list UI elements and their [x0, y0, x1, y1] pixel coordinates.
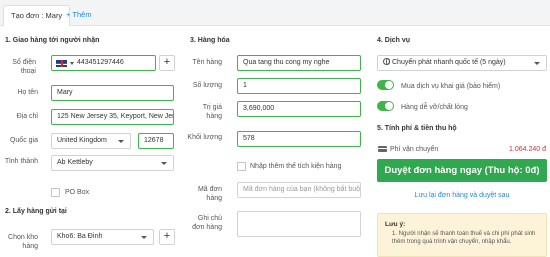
goods-section-title: 3. Hàng hóa [190, 37, 230, 44]
warehouse-select[interactable]: Kho6: Ba Đình [51, 229, 154, 245]
plus-icon: + [66, 10, 71, 19]
warehouse-label: Chọn kho hàng [8, 234, 38, 250]
goods-name-input[interactable]: Qua tang thu cong my nghe [237, 55, 361, 71]
receiver-section-title: 1. Giao hàng tới người nhận [5, 37, 100, 44]
note-box: Lưu ý: 1. Người nhận sẽ thanh toán thuế … [377, 213, 547, 257]
service-value: Chuyển phát nhanh quốc tế (5 ngày) [392, 59, 506, 66]
chevron-down-icon [70, 62, 74, 65]
credit-card-icon [378, 146, 387, 152]
order-code-input[interactable]: Mã đơn hàng của bạn (không bắt buộc) [237, 182, 361, 198]
note-item: 1. Người nhận sẽ thanh toán thuế và chi … [392, 231, 536, 245]
volume-checkbox[interactable] [237, 162, 246, 171]
order-note-label: Ghi chú đơn hàng [192, 215, 222, 231]
quantity-label: Số lượng [192, 82, 222, 89]
note-title: Lưu ý: [385, 221, 406, 228]
shipping-fee-label: Phí vận chuyển [390, 146, 439, 153]
globe-icon [383, 58, 390, 65]
tab-bar: Tạo đơn : Mary + Thêm [0, 0, 550, 26]
country-label: Quốc gia [9, 137, 38, 144]
order-note-textarea[interactable] [237, 211, 361, 237]
pickup-section-title: 2. Lấy hàng gửi tại [5, 208, 67, 215]
save-and-review-later-link[interactable]: Lưu lại đơn hàng và duyệt sau [377, 192, 547, 199]
weight-input[interactable]: 578 [237, 131, 361, 147]
volume-label: Nhập thêm thể tích kiện hàng [250, 163, 342, 170]
tab-create-order-mary[interactable]: Tạo đơn : Mary [3, 5, 71, 26]
fee-section-title: 5. Tính phí & tiền thu hộ [377, 125, 457, 132]
address-input[interactable]: 125 New Jersey 35, Keyport, New Jersey [51, 109, 174, 125]
phone-value: 443451297446 [77, 59, 124, 66]
add-contact-button[interactable]: + [159, 55, 175, 71]
name-label: Họ tên [17, 89, 38, 96]
address-label: Địa chỉ [16, 113, 38, 120]
quantity-input[interactable]: 1 [237, 78, 361, 94]
country-select[interactable]: United Kingdom [51, 133, 131, 149]
service-select[interactable]: Chuyển phát nhanh quốc tế (5 ngày) [377, 55, 547, 71]
province-label: Tỉnh thành [4, 158, 38, 165]
goods-value-input[interactable]: 3,690,000 [237, 101, 361, 117]
fragile-label: Hàng dễ vỡ/chất lỏng [401, 104, 468, 111]
weight-label: Khối lượng [187, 134, 222, 141]
add-tab-button[interactable]: + Thêm [66, 5, 94, 26]
submit-order-button[interactable]: Duyệt đơn hàng ngay (Thu hộ: 0đ) [377, 159, 547, 182]
insurance-label: Mua dịch vụ khai giá (bảo hiểm) [401, 83, 501, 90]
name-input[interactable]: Mary [51, 85, 174, 101]
order-code-label: Mã đơn hàng [197, 186, 222, 202]
insurance-toggle[interactable] [377, 80, 394, 90]
service-section-title: 4. Dịch vụ [377, 37, 411, 44]
fragile-toggle[interactable] [377, 101, 394, 111]
goods-name-label: Tên hàng [192, 59, 222, 66]
province-select[interactable]: Ab Kettleby [51, 155, 174, 171]
pobox-checkbox[interactable] [51, 188, 60, 197]
phone-input[interactable]: 443451297446 [51, 55, 156, 71]
united-kingdom-flag-icon[interactable] [56, 60, 67, 67]
goods-value-label: Trị giá hàng [202, 104, 222, 120]
add-tab-label: Thêm [72, 10, 92, 19]
shipping-fee-value: 1.064.240 đ [509, 146, 546, 153]
postcode-input[interactable]: 12678 [138, 133, 174, 149]
phone-label: Số điện thoại [12, 59, 36, 75]
pobox-label: PO Box [65, 189, 90, 196]
add-warehouse-button[interactable]: + [159, 229, 175, 245]
